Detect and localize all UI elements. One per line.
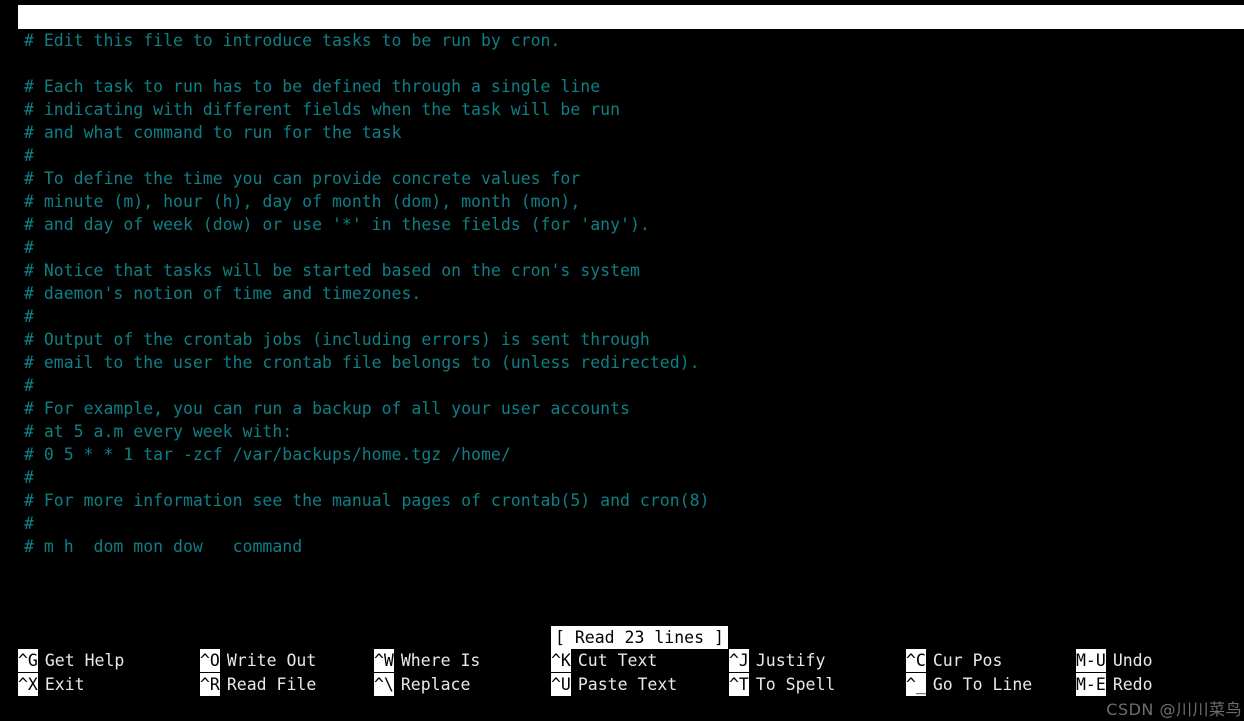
shortcut-key: ^K <box>551 649 571 672</box>
editor-line: # Edit this file to introduce tasks to b… <box>24 31 561 50</box>
editor-line: # <box>24 238 34 257</box>
shortcut-read-file[interactable]: ^R Read File <box>200 673 316 697</box>
editor-line: # at 5 a.m every week with: <box>24 422 293 441</box>
shortcut-key: ^T <box>729 673 749 696</box>
shortcut-key: ^\ <box>374 673 394 696</box>
shortcut-label: Cur Pos <box>932 651 1003 670</box>
shortcut-label: Write Out <box>226 651 317 670</box>
editor-line: # For more information see the manual pa… <box>24 491 710 510</box>
editor-line: # indicating with different fields when … <box>24 100 621 119</box>
shortcut-write-out[interactable]: ^O Write Out <box>200 649 316 673</box>
shortcut-redo[interactable]: M-E Redo <box>1076 673 1153 697</box>
shortcut-column: ^W Where Is ^\ Replace <box>374 649 480 697</box>
editor-line: # and day of week (dow) or use '*' in th… <box>24 215 650 234</box>
shortcut-key: ^J <box>729 649 749 672</box>
watermark: CSDN @川川菜鸟 <box>1106 700 1242 719</box>
shortcut-label: Go To Line <box>932 675 1033 694</box>
editor-line: # To define the time you can provide con… <box>24 169 581 188</box>
shortcut-cur-pos[interactable]: ^C Cur Pos <box>906 649 1032 673</box>
shortcut-to-spell[interactable]: ^T To Spell <box>729 673 835 697</box>
nano-terminal-window: GNU nano 4.8 /tmp/crontab.ZsGUuP/crontab… <box>0 0 1244 721</box>
editor-line: # 0 5 * * 1 tar -zcf /var/backups/home.t… <box>24 445 511 464</box>
editor-line: # <box>24 514 34 533</box>
shortcut-label: Cut Text <box>577 651 658 670</box>
editor-line: # Each task to run has to be defined thr… <box>24 77 601 96</box>
shortcut-label: To Spell <box>755 675 836 694</box>
shortcut-go-to-line[interactable]: ^_ Go To Line <box>906 673 1032 697</box>
shortcut-key: ^U <box>551 673 571 696</box>
shortcut-column: ^K Cut Text ^U Paste Text <box>551 649 677 697</box>
shortcut-label: Redo <box>1112 675 1153 694</box>
shortcut-label: Undo <box>1112 651 1153 670</box>
shortcut-replace[interactable]: ^\ Replace <box>374 673 480 697</box>
editor-line: # email to the user the crontab file bel… <box>24 353 700 372</box>
shortcut-key: ^W <box>374 649 394 672</box>
editor-line: # daemon's notion of time and timezones. <box>24 284 422 303</box>
shortcut-where-is[interactable]: ^W Where Is <box>374 649 480 673</box>
shortcut-label: Get Help <box>44 651 125 670</box>
editor-line: # Output of the crontab jobs (including … <box>24 330 650 349</box>
shortcut-label: Where Is <box>400 651 481 670</box>
shortcut-key: M-U <box>1076 649 1106 672</box>
shortcut-column: M-U Undo M-E Redo <box>1076 649 1153 697</box>
editor-line: # <box>24 376 34 395</box>
shortcut-cut-text[interactable]: ^K Cut Text <box>551 649 677 673</box>
shortcut-key: ^O <box>200 649 220 672</box>
shortcut-label: Justify <box>755 651 826 670</box>
shortcut-column: ^G Get Help ^X Exit <box>18 649 124 697</box>
titlebar: GNU nano 4.8 /tmp/crontab.ZsGUuP/crontab… <box>18 5 1244 29</box>
editor-line: # <box>24 468 34 487</box>
editor-line: # <box>24 146 34 165</box>
shortcut-label: Exit <box>44 675 85 694</box>
shortcut-key-bar: ^G Get Help ^X Exit ^O Write Out ^R Read File ^W… <box>0 649 1244 697</box>
editor-line: # Notice that tasks will be started base… <box>24 261 640 280</box>
shortcut-column: ^O Write Out ^R Read File <box>200 649 316 697</box>
shortcut-column: ^C Cur Pos ^_ Go To Line <box>906 649 1032 697</box>
shortcut-key: ^C <box>906 649 926 672</box>
editor-line: # and what command to run for the task <box>24 123 402 142</box>
shortcut-column: ^J Justify ^T To Spell <box>729 649 835 697</box>
shortcut-justify[interactable]: ^J Justify <box>729 649 835 673</box>
editor-line: # minute (m), hour (h), day of month (do… <box>24 192 581 211</box>
editor-line: # For example, you can run a backup of a… <box>24 399 630 418</box>
editor-line: # <box>24 307 34 326</box>
shortcut-key: ^X <box>18 673 38 696</box>
shortcut-key: ^_ <box>906 673 926 696</box>
shortcut-paste-text[interactable]: ^U Paste Text <box>551 673 677 697</box>
status-message: [ Read 23 lines ] <box>551 626 728 649</box>
shortcut-label: Replace <box>400 675 471 694</box>
editor-line: # m h dom mon dow command <box>24 537 303 556</box>
shortcut-key: M-E <box>1076 673 1106 696</box>
shortcut-label: Read File <box>226 675 317 694</box>
shortcut-key: ^R <box>200 673 220 696</box>
shortcut-undo[interactable]: M-U Undo <box>1076 649 1153 673</box>
shortcut-label: Paste Text <box>577 675 678 694</box>
shortcut-get-help[interactable]: ^G Get Help <box>18 649 124 673</box>
editor-text-area[interactable]: # Edit this file to introduce tasks to b… <box>0 29 1244 614</box>
shortcut-exit[interactable]: ^X Exit <box>18 673 124 697</box>
shortcut-key: ^G <box>18 649 38 672</box>
